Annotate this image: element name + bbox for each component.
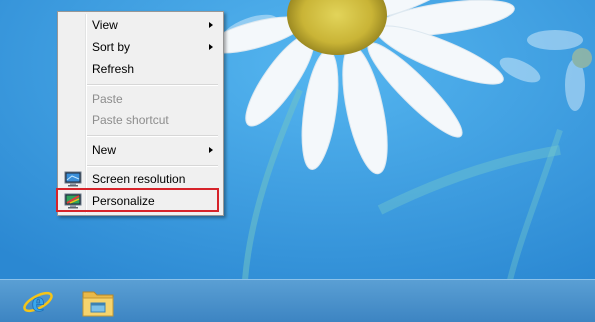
menu-separator (87, 165, 218, 167)
taskbar: e (0, 279, 595, 322)
menu-item-label: Sort by (92, 40, 131, 54)
menu-item-paste[interactable]: Paste (60, 89, 221, 109)
menu-item-view[interactable]: View (60, 15, 221, 35)
menu-item-label: Screen resolution (92, 172, 186, 186)
taskbar-internet-explorer-button[interactable]: e (17, 283, 57, 321)
menu-item-label: New (92, 143, 117, 157)
submenu-arrow-icon (209, 44, 213, 50)
menu-item-paste-shortcut[interactable]: Paste shortcut (60, 110, 221, 130)
screen-resolution-icon (64, 170, 82, 188)
menu-item-refresh[interactable]: Refresh (60, 59, 221, 79)
desktop[interactable]: View Sort by Refresh Paste Paste shortcu… (0, 0, 595, 322)
personalize-highlight-box (56, 188, 219, 212)
submenu-arrow-icon (209, 147, 213, 153)
menu-item-label: View (92, 18, 118, 32)
menu-item-label: Refresh (92, 62, 135, 76)
menu-item-sort-by[interactable]: Sort by (60, 37, 221, 57)
taskbar-file-explorer-button[interactable] (78, 283, 118, 321)
menu-item-label: Paste (92, 92, 123, 106)
submenu-arrow-icon (209, 22, 213, 28)
menu-item-new[interactable]: New (60, 140, 221, 160)
menu-item-screen-resolution[interactable]: Screen resolution (60, 169, 221, 189)
svg-text:e: e (32, 287, 44, 318)
desktop-context-menu: View Sort by Refresh Paste Paste shortcu… (57, 11, 224, 216)
menu-separator (87, 84, 218, 86)
internet-explorer-icon: e (23, 287, 53, 318)
menu-separator (87, 135, 218, 137)
file-explorer-icon (82, 291, 114, 317)
menu-item-label: Paste shortcut (92, 113, 169, 127)
